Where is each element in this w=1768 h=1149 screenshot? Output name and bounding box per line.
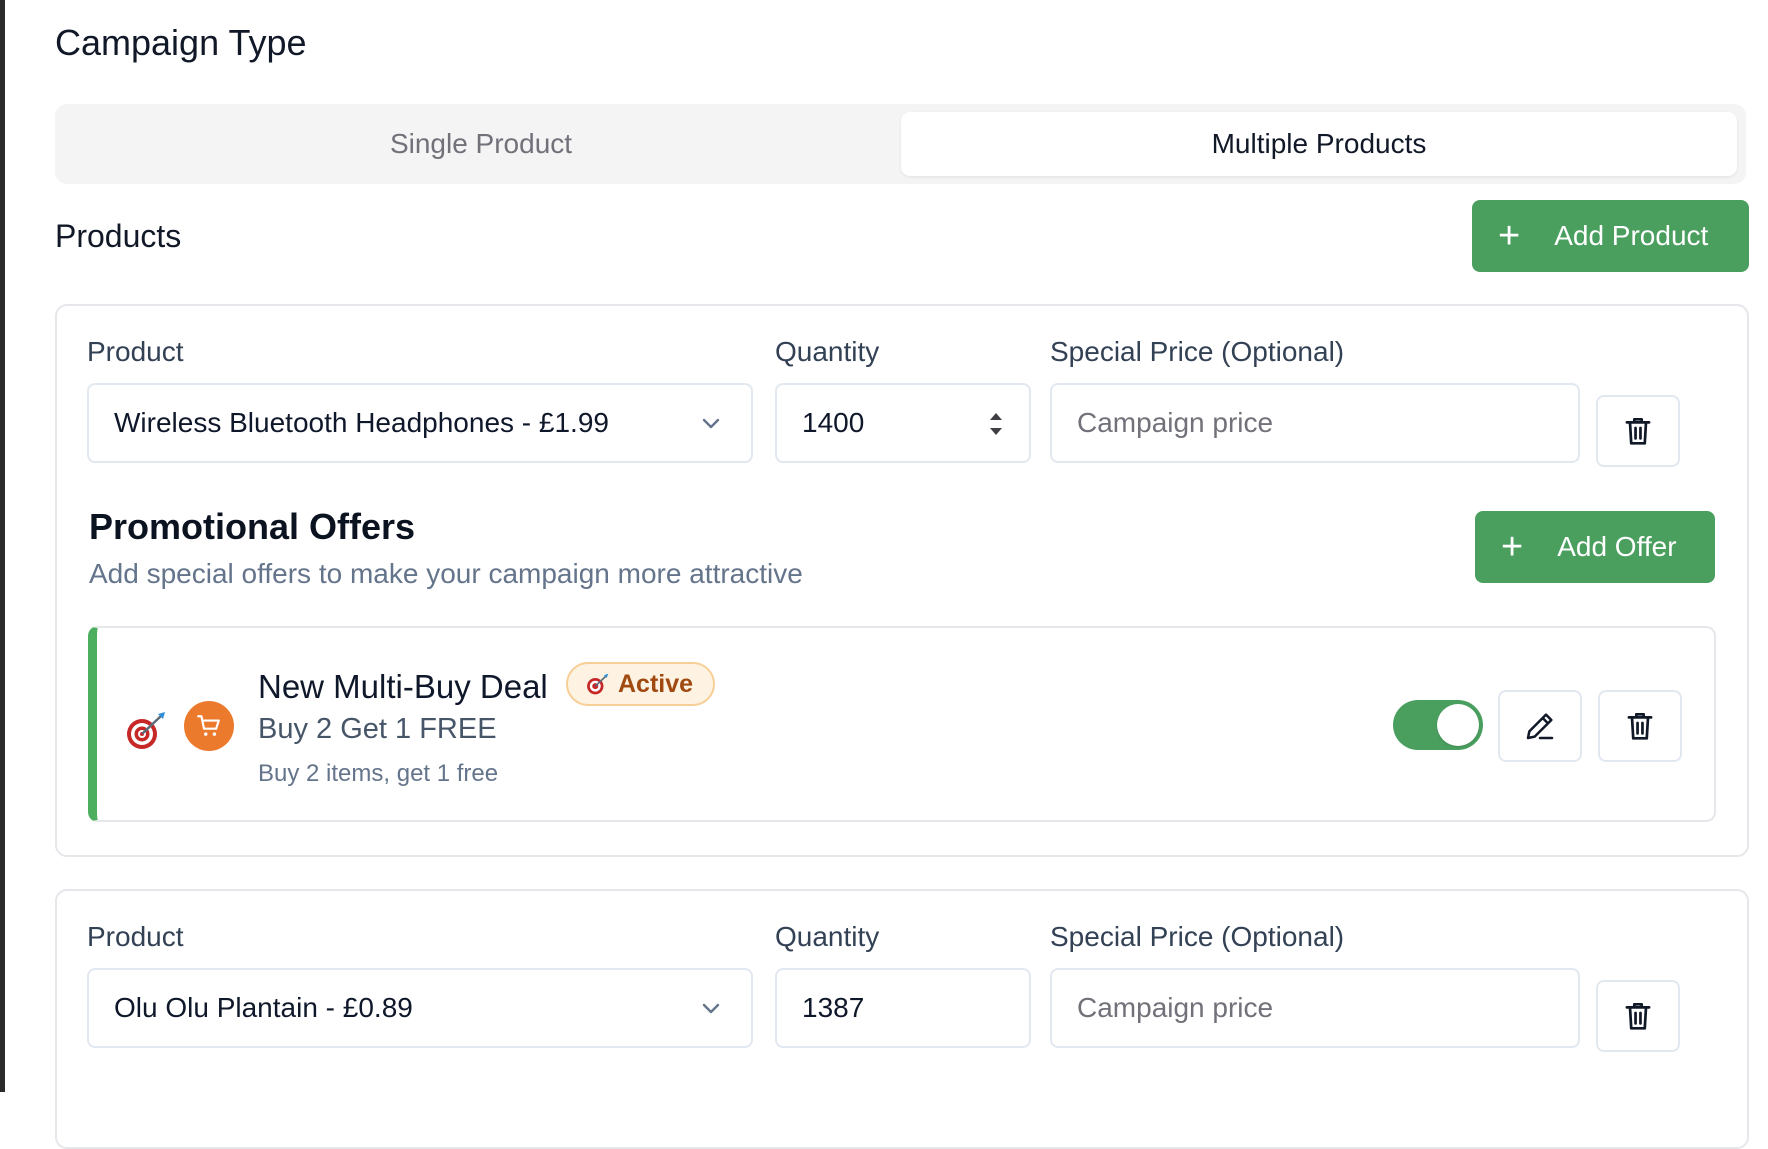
special-price-label: Special Price (Optional) [1050,336,1345,367]
special-price-input[interactable]: Campaign price [1050,968,1580,1048]
dart-target-icon [587,673,609,695]
dart-target-icon [127,712,165,749]
pencil-icon [1526,713,1554,740]
product-select[interactable]: Wireless Bluetooth Headphones - £1.99 [87,383,753,463]
offer-enabled-toggle[interactable] [1393,700,1483,750]
special-price-placeholder: Campaign price [1077,407,1274,438]
campaign-type-heading: Campaign Type [55,22,307,63]
delete-product-button[interactable] [1596,980,1680,1052]
add-product-button[interactable]: + Add Product [1472,200,1749,272]
special-price-label: Special Price (Optional) [1050,921,1345,952]
special-price-placeholder: Campaign price [1077,992,1274,1023]
quantity-input[interactable]: 1400 [775,383,1031,463]
toggle-knob [1437,704,1479,746]
offer-headline: Buy 2 Get 1 FREE [258,713,497,745]
quantity-label: Quantity [775,921,880,952]
products-heading: Products [55,218,182,254]
delete-offer-button[interactable] [1598,690,1682,762]
trash-icon [1625,417,1651,445]
add-offer-label: Add Offer [1557,531,1677,562]
product-select-value: Wireless Bluetooth Headphones - £1.99 [114,407,609,438]
offer-description: Buy 2 items, get 1 free [258,760,499,787]
product-label: Product [87,921,184,952]
shopping-cart-icon [184,701,234,751]
window-edge [0,0,5,1092]
number-spinner-icon[interactable] [985,407,1007,441]
product-select-value: Olu Olu Plantain - £0.89 [114,992,413,1023]
special-price-input[interactable]: Campaign price [1050,383,1580,463]
tab-multiple-products[interactable]: Multiple Products [901,112,1737,176]
chevron-down-icon [702,1003,720,1014]
add-offer-button[interactable]: + Add Offer [1475,511,1715,583]
chevron-down-icon [702,418,720,429]
offer-name: New Multi-Buy Deal [258,668,548,705]
quantity-value: 1400 [802,407,865,438]
promotional-offers-heading: Promotional Offers [89,506,416,547]
campaign-form: Campaign Type Single Product Multiple Pr… [0,0,1768,1149]
edit-offer-button[interactable] [1498,690,1582,762]
plus-icon: + [1498,215,1521,257]
trash-icon [1625,1002,1651,1030]
delete-product-button[interactable] [1596,395,1680,467]
quantity-label: Quantity [775,336,880,367]
status-badge: Active [566,662,716,706]
product-label: Product [87,336,184,367]
tab-single-product[interactable]: Single Product [63,112,899,176]
quantity-value: 1387 [802,992,865,1023]
add-product-label: Add Product [1554,220,1709,251]
promotional-offers-subtitle: Add special offers to make your campaign… [89,558,803,589]
status-badge-label: Active [618,669,694,698]
plus-icon: + [1501,526,1524,568]
quantity-input[interactable]: 1387 [775,968,1031,1048]
campaign-type-tabs: Single Product Multiple Products [55,104,1746,184]
trash-icon [1627,712,1653,740]
product-select[interactable]: Olu Olu Plantain - £0.89 [87,968,753,1048]
